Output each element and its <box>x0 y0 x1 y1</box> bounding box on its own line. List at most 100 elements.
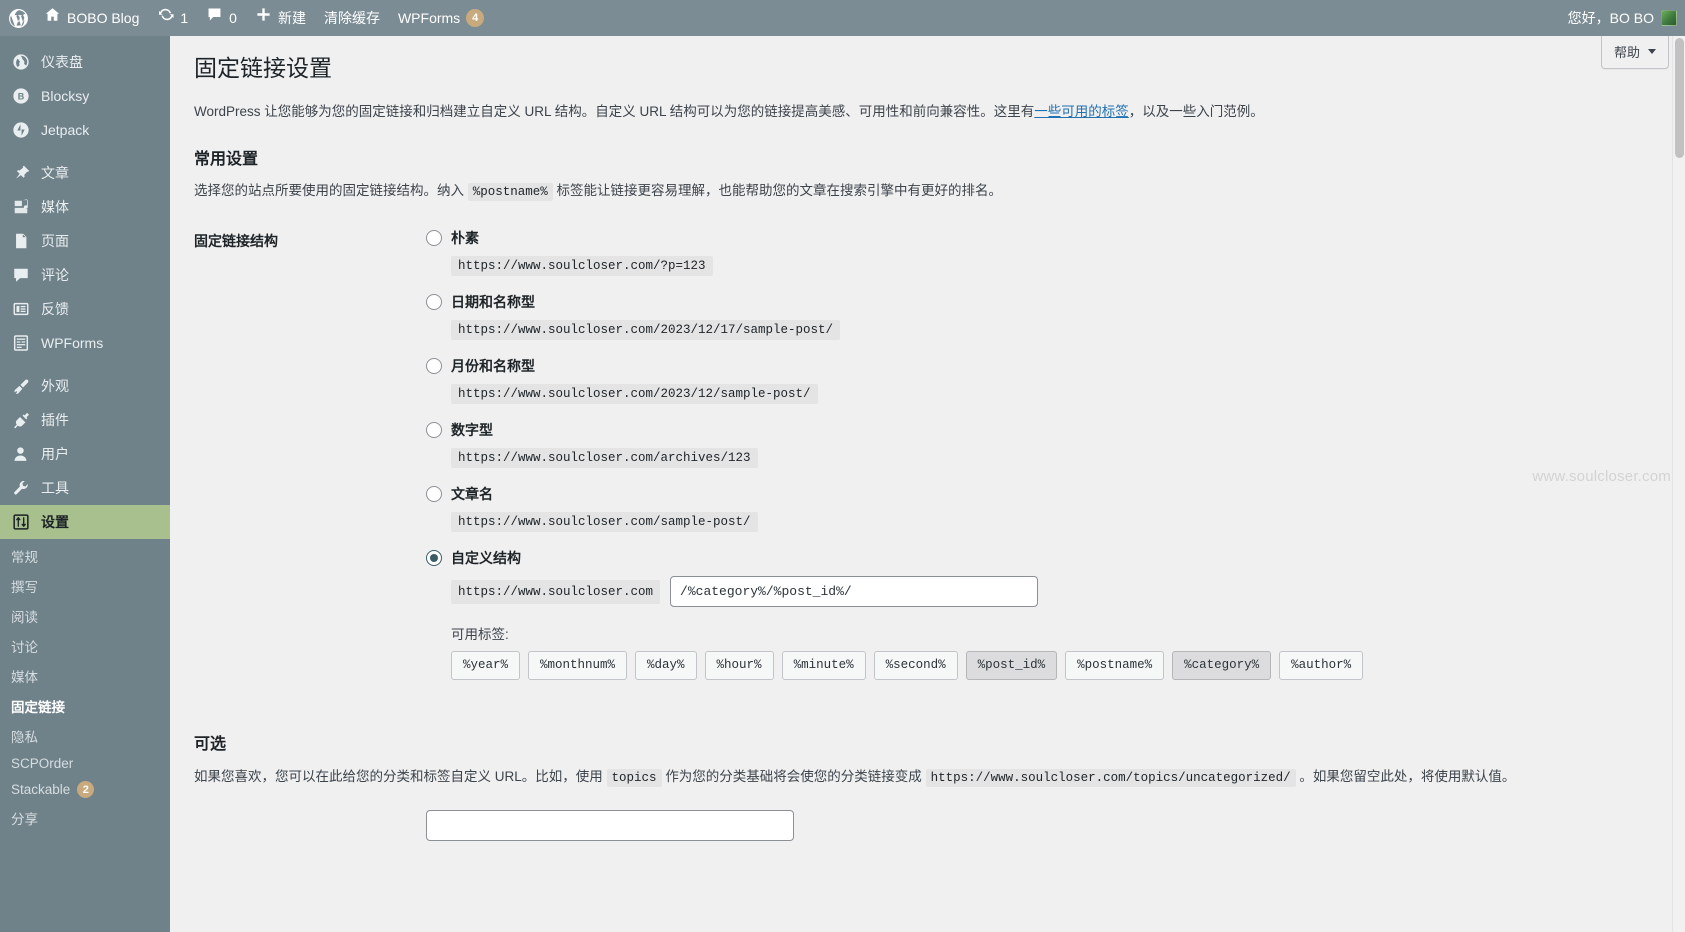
tag-button-postname[interactable]: %postname% <box>1065 651 1165 681</box>
submenu-item-discussion[interactable]: 讨论 <box>0 631 170 661</box>
submenu-label: 撰写 <box>11 580 38 595</box>
submenu-item-scporder[interactable]: SCPOrder <box>0 751 170 776</box>
feedback-icon <box>11 299 31 319</box>
submenu-label: 常规 <box>11 550 38 565</box>
submenu-label: 媒体 <box>11 670 38 685</box>
structure-options: 朴素 https://www.soulcloser.com/?p=123 日期和… <box>426 228 1661 696</box>
tag-button-year[interactable]: %year% <box>451 651 521 681</box>
category-base-input[interactable] <box>426 810 794 842</box>
settings-wrap: 固定链接设置 WordPress 让您能够为您的固定链接和归档建立自定义 URL… <box>170 36 1685 842</box>
option-label[interactable]: 朴素 <box>451 228 479 248</box>
sidebar-item-users[interactable]: 用户 <box>0 437 170 471</box>
admin-bar: BOBO Blog 1 0 新建 清除缓存 WPForms 4 您好，BO BO <box>0 0 1685 36</box>
clear-cache-button[interactable]: 清除缓存 <box>315 0 389 36</box>
tag-button-category[interactable]: %category% <box>1172 651 1272 681</box>
submenu-label: Stackable <box>11 782 71 797</box>
sidebar-item-media[interactable]: 媒体 <box>0 190 170 224</box>
tag-button-post-id[interactable]: %post_id% <box>965 651 1058 681</box>
option-label[interactable]: 日期和名称型 <box>451 292 535 312</box>
sidebar-item-blocksy[interactable]: B Blocksy <box>0 79 170 113</box>
submenu-item-sharing[interactable]: 分享 <box>0 803 170 833</box>
site-name-button[interactable]: BOBO Blog <box>35 0 148 36</box>
wordpress-logo-button[interactable] <box>0 0 35 36</box>
tag-button-day[interactable]: %day% <box>635 651 697 681</box>
comments-count: 0 <box>229 10 237 26</box>
radio-custom-structure[interactable] <box>426 550 442 567</box>
sidebar-item-dashboard[interactable]: 仪表盘 <box>0 45 170 79</box>
svg-text:B: B <box>18 92 25 102</box>
radio-numeric[interactable] <box>426 422 442 439</box>
plugins-plug-icon <box>11 410 31 430</box>
sidebar-item-label: Blocksy <box>41 88 90 104</box>
submenu-label: 固定链接 <box>11 700 65 715</box>
option-label[interactable]: 自定义结构 <box>451 548 521 568</box>
tag-button-author[interactable]: %author% <box>1279 651 1364 681</box>
optional-heading: 可选 <box>194 736 227 754</box>
option-label[interactable]: 文章名 <box>451 484 493 504</box>
sidebar-item-label: 外观 <box>41 378 69 394</box>
option-numeric: 数字型 https://www.soulcloser.com/archives/… <box>426 420 1661 469</box>
option-label[interactable]: 数字型 <box>451 420 493 440</box>
submenu-item-general[interactable]: 常规 <box>0 541 170 571</box>
settings-sliders-icon <box>11 512 31 532</box>
intro-text-before: WordPress 让您能够为您的固定链接和归档建立自定义 URL 结构。自定义… <box>194 103 1035 119</box>
help-toggle-button[interactable]: 帮助 <box>1600 36 1669 69</box>
custom-structure-input[interactable] <box>670 576 1039 608</box>
wpforms-icon <box>11 333 31 353</box>
tag-button-second[interactable]: %second% <box>873 651 958 681</box>
sidebar-item-jetpack[interactable]: Jetpack <box>0 113 170 147</box>
optional-description: 如果您喜欢，您可以在此给您的分类和标签自定义 URL。比如，使用 topics … <box>194 766 1661 788</box>
sidebar-item-posts[interactable]: 文章 <box>0 156 170 190</box>
submenu-label: SCPOrder <box>11 756 74 771</box>
submenu-item-reading[interactable]: 阅读 <box>0 601 170 631</box>
submenu-item-writing[interactable]: 撰写 <box>0 571 170 601</box>
sidebar-item-comments[interactable]: 评论 <box>0 258 170 292</box>
common-desc-part-1: 选择您的站点所要使用的固定链接结构。纳入 <box>194 182 464 198</box>
page-scrollbar[interactable] <box>1672 36 1685 932</box>
scrollbar-thumb[interactable] <box>1675 38 1684 158</box>
radio-post-name[interactable] <box>426 486 442 503</box>
submenu-item-permalinks[interactable]: 固定链接 <box>0 691 170 721</box>
greeting-label: 您好，BO BO <box>1567 10 1654 26</box>
available-tags-link[interactable]: 一些可用的标签 <box>1034 104 1129 119</box>
wpforms-menu-button[interactable]: WPForms 4 <box>389 0 493 36</box>
intro-text-after: ，以及一些入门范例。 <box>1128 103 1264 119</box>
sidebar-item-plugins[interactable]: 插件 <box>0 403 170 437</box>
option-label[interactable]: 月份和名称型 <box>451 356 535 376</box>
tag-button-monthnum[interactable]: %monthnum% <box>528 651 628 681</box>
comments-button[interactable]: 0 <box>197 0 246 36</box>
tag-button-minute[interactable]: %minute% <box>781 651 866 681</box>
submenu-item-privacy[interactable]: 隐私 <box>0 721 170 751</box>
sidebar-item-tools[interactable]: 工具 <box>0 471 170 505</box>
submenu-item-media[interactable]: 媒体 <box>0 661 170 691</box>
post-pin-icon <box>11 163 31 183</box>
sidebar-item-feedback[interactable]: 反馈 <box>0 292 170 326</box>
submenu-item-stackable[interactable]: Stackable 2 <box>0 776 170 803</box>
account-menu[interactable]: 您好，BO BO <box>1559 0 1685 36</box>
tag-button-hour[interactable]: %hour% <box>704 651 774 681</box>
updates-button[interactable]: 1 <box>148 0 197 36</box>
submenu-label: 分享 <box>11 812 38 827</box>
sidebar-item-appearance[interactable]: 外观 <box>0 369 170 403</box>
sidebar-item-pages[interactable]: 页面 <box>0 224 170 258</box>
common-settings-heading: 常用设置 <box>194 150 259 168</box>
radio-day-and-name[interactable] <box>426 294 442 311</box>
permalink-structure-form: 固定链接结构 朴素 https://www.soulcloser.com/?p=… <box>194 228 1661 696</box>
site-name-label: BOBO Blog <box>67 10 140 26</box>
new-content-button[interactable]: 新建 <box>246 0 315 36</box>
intro-paragraph: WordPress 让您能够为您的固定链接和归档建立自定义 URL 结构。自定义… <box>194 102 1661 123</box>
custom-structure-prefix: https://www.soulcloser.com <box>451 579 661 604</box>
wpforms-count-badge: 4 <box>466 9 485 27</box>
chevron-down-icon <box>1648 49 1656 54</box>
blocksy-icon: B <box>11 86 31 106</box>
sidebar-item-settings[interactable]: 设置 <box>0 505 170 539</box>
sidebar-item-wpforms[interactable]: WPForms <box>0 326 170 360</box>
radio-month-and-name[interactable] <box>426 358 442 375</box>
home-icon <box>44 0 61 36</box>
wordpress-logo-icon <box>8 8 29 29</box>
radio-plain[interactable] <box>426 230 442 247</box>
new-content-label: 新建 <box>277 10 306 26</box>
sidebar-item-label: Jetpack <box>41 122 90 138</box>
users-icon <box>11 444 31 464</box>
settings-submenu: 常规 撰写 阅读 讨论 媒体 固定链接 隐私 SCPOrder Stackabl… <box>0 539 170 839</box>
